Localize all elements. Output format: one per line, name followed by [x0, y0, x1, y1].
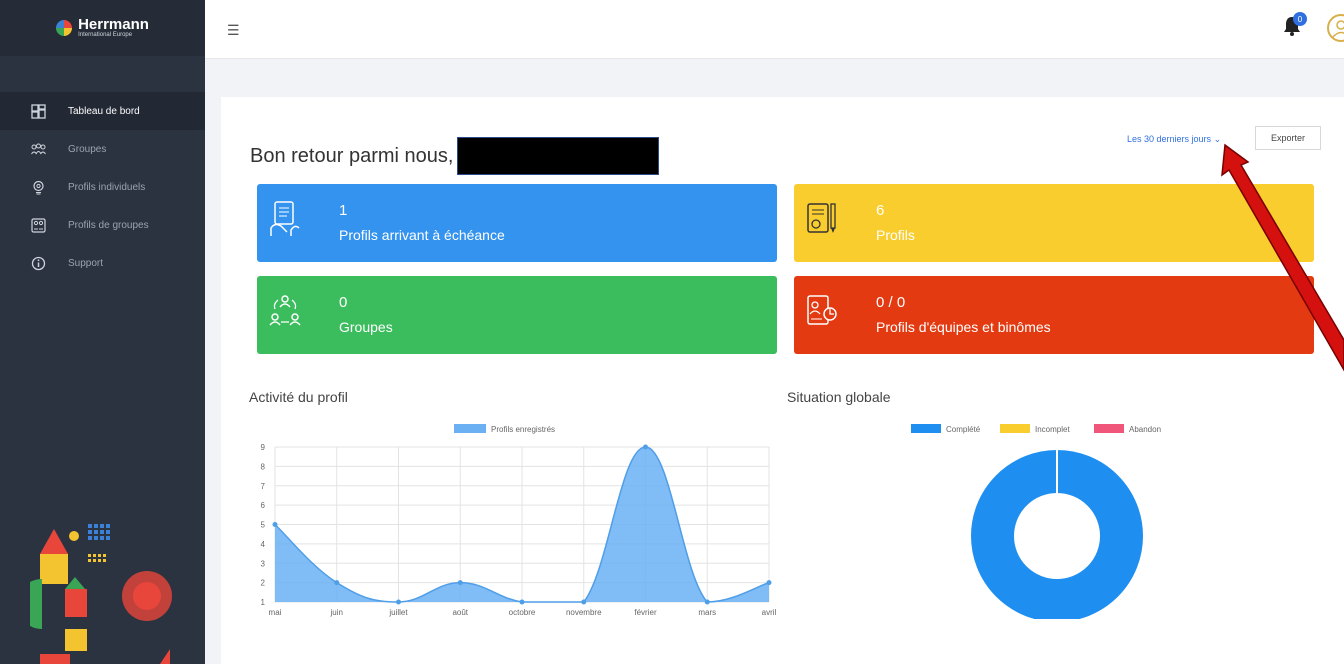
welcome-text: Bon retour parmi nous, — [250, 144, 454, 167]
data-point — [334, 580, 340, 586]
notification-badge: 0 — [1293, 12, 1307, 26]
stat-card-profiles[interactable]: 6 Profils — [794, 184, 1314, 262]
activity-title: Activité du profil — [249, 389, 348, 405]
global-title: Situation globale — [787, 389, 891, 405]
stat-card-expiring[interactable]: 1 Profils arrivant à échéance — [257, 184, 777, 262]
globe-icon — [56, 20, 73, 36]
y-tick-label: 4 — [261, 540, 266, 549]
legend-swatch — [911, 424, 941, 433]
data-point — [519, 599, 525, 605]
topbar: ☰ 0 — [205, 0, 1344, 59]
groups-icon — [30, 141, 46, 157]
data-point — [581, 599, 587, 605]
x-tick-label: octobre — [509, 608, 536, 617]
legend-label: Complété — [946, 425, 981, 434]
y-tick-label: 1 — [261, 598, 266, 607]
y-tick-label: 9 — [261, 443, 266, 452]
stat-card-team-profiles[interactable]: 0 / 0 Profils d'équipes et binômes — [794, 276, 1314, 354]
stat-value: 6 — [876, 202, 885, 219]
sidebar-item-label: Profils individuels — [68, 181, 146, 193]
legend-swatch — [1000, 424, 1030, 433]
logo[interactable]: Herrmann International Europe — [56, 16, 149, 38]
sidebar-item-label: Groupes — [68, 143, 107, 155]
activity-chart: Profils enregistrés 1 2 3 4 5 6 7 8 9 mai juin juill… — [261, 424, 777, 617]
data-point — [272, 522, 278, 527]
x-tick-label: avril — [762, 608, 777, 617]
legend-label: Abandon — [1129, 425, 1161, 434]
sidebar-header: Herrmann International Europe — [0, 0, 205, 56]
info-icon — [30, 255, 46, 271]
stat-value: 0 / 0 — [876, 294, 906, 311]
y-tick-label: 8 — [261, 462, 266, 471]
global-status-chart: Complété Incomplet Abandon — [911, 424, 1161, 619]
data-point — [704, 599, 710, 605]
team-chart-icon — [807, 295, 837, 325]
legend-swatch — [454, 424, 486, 433]
notifications-button[interactable]: 0 — [1283, 12, 1307, 40]
stat-label: Groupes — [339, 319, 393, 335]
sidebar-item-label: Support — [68, 257, 104, 269]
sidebar-item-dashboard[interactable]: Tableau de bord — [0, 92, 205, 130]
redacted-username — [457, 137, 660, 175]
data-point — [643, 444, 648, 450]
stat-value: 0 — [339, 294, 348, 311]
y-tick-label: 5 — [261, 521, 266, 530]
chevron-down-icon: ⌄ — [1213, 134, 1222, 144]
decorative-shapes — [30, 524, 172, 664]
data-point — [457, 580, 463, 586]
x-tick-label: mars — [698, 608, 716, 617]
document-hand-icon — [270, 201, 300, 236]
sidebar-item-groupes[interactable]: Groupes — [0, 130, 205, 168]
sidebar-item-label: Profils de groupes — [68, 219, 149, 231]
stat-label: Profils — [876, 227, 915, 243]
x-tick-label: juin — [330, 608, 343, 617]
x-tick-label: novembre — [566, 608, 602, 617]
y-tick-label: 7 — [261, 482, 266, 491]
legend-swatch — [1094, 424, 1124, 433]
x-tick-label: août — [452, 608, 468, 617]
legend-label: Profils enregistrés — [491, 425, 555, 434]
user-avatar[interactable] — [1327, 14, 1344, 42]
period-dropdown[interactable]: Les 30 derniers jours ⌄ — [1127, 134, 1221, 145]
dashboard-icon — [30, 103, 46, 119]
sidebar-item-profils-de-groupes[interactable]: Profils de groupes — [0, 206, 205, 244]
y-tick-label: 6 — [261, 501, 266, 510]
logo-name: Herrmann — [78, 16, 149, 33]
stat-label: Profils arrivant à échéance — [339, 227, 505, 243]
dashboard-card: Bon retour parmi nous, Les 30 derniers j… — [221, 97, 1344, 664]
sidebar-item-support[interactable]: Support — [0, 244, 205, 282]
sidebar-item-label: Tableau de bord — [68, 105, 140, 117]
menu-icon[interactable]: ☰ — [227, 22, 240, 39]
stat-label: Profils d'équipes et binômes — [876, 319, 1051, 335]
lightbulb-icon — [30, 179, 46, 195]
sidebar-item-profils-individuels[interactable]: Profils individuels — [0, 168, 205, 206]
user-icon — [1332, 20, 1344, 38]
sidebar: Herrmann International Europe Tableau de… — [0, 0, 205, 664]
data-point — [766, 580, 772, 586]
stat-value: 1 — [339, 202, 348, 219]
period-label: Les 30 derniers jours — [1127, 134, 1212, 144]
data-point — [396, 599, 401, 605]
x-tick-label: juillet — [388, 608, 408, 617]
group-profile-icon — [30, 217, 46, 233]
x-tick-label: février — [634, 608, 657, 617]
page-title: Bon retour parmi nous, — [250, 137, 660, 175]
sidebar-nav: Tableau de bord Groupes Profils individu… — [0, 92, 205, 282]
export-button[interactable]: Exporter — [1255, 126, 1321, 150]
profile-report-icon — [807, 203, 836, 233]
group-cycle-icon — [269, 295, 301, 326]
stat-card-groups[interactable]: 0 Groupes — [257, 276, 777, 354]
legend-label: Incomplet — [1035, 425, 1070, 434]
y-tick-label: 2 — [261, 579, 266, 588]
y-tick-label: 3 — [261, 559, 266, 568]
x-tick-label: mai — [269, 608, 282, 617]
